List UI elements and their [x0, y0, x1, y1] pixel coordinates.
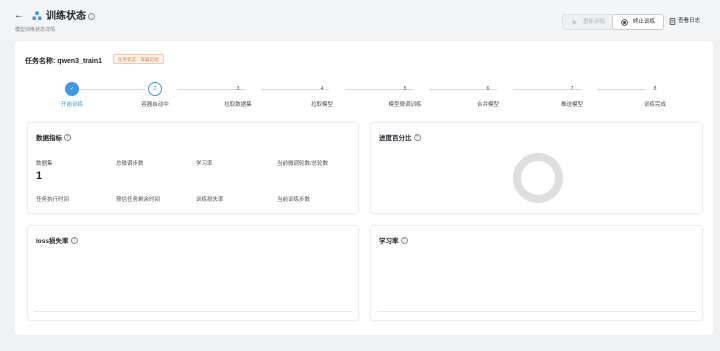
step-3-label: 拉取数据集	[224, 102, 252, 108]
step-5-label: 模型微调训练	[388, 102, 422, 108]
step-connector	[71, 89, 145, 90]
learning-rate-panel: 学习率?	[370, 225, 703, 321]
document-icon	[669, 18, 676, 25]
step-6-circle: 6	[486, 86, 490, 92]
lr-chart-axis	[377, 311, 696, 312]
step-8-label: 训练完成	[643, 102, 666, 108]
play-icon	[572, 19, 577, 26]
page-title-text: 训练状态	[46, 11, 86, 22]
step-2-circle: 2	[148, 82, 162, 96]
info-icon[interactable]: ?	[400, 237, 408, 244]
loss-title-text: loss损失率	[36, 238, 69, 245]
step-1-circle: ✓	[65, 82, 79, 96]
step-8-circle: 8	[653, 86, 657, 92]
step-7-label: 推送模型	[560, 102, 583, 108]
training-status-page: ← 训练状态 i 模型训练状态详情 重新训练 终止训练 查看日志 任务名称: qw…	[0, 0, 720, 351]
step-4-circle: 4	[320, 86, 324, 92]
lr-title: 学习率?	[379, 235, 408, 245]
step-1-label: 开始训练	[60, 102, 83, 108]
info-icon[interactable]: ?	[413, 134, 421, 141]
training-steps: ✓ 开始训练 2 容器启动中 3 拉取数据集 4 拉取模型 5 模型微调训练 6…	[15, 81, 713, 121]
page-header: ← 训练状态 i 模型训练状态详情 重新训练 终止训练 查看日志	[0, 0, 720, 40]
metric-label-current-step: 当前训练步数	[277, 197, 311, 203]
progress-title: 进度百分比?	[379, 132, 421, 142]
info-icon[interactable]: ?	[64, 134, 71, 141]
metric-value-dataset: 1	[36, 170, 43, 182]
page-subtitle: 模型训练状态详情	[15, 27, 56, 33]
data-metrics-panel: 数据指标? 数据集 1 总微调步数 学习率 当前微调轮数/总轮数 任务执行时间 …	[27, 122, 359, 214]
info-icon[interactable]: ?	[70, 237, 78, 244]
step-connector	[597, 89, 645, 90]
step-5-circle: 5	[403, 86, 407, 92]
task-name-label: 任务名称:	[25, 58, 56, 65]
metrics-title: 数据指标?	[36, 132, 71, 142]
progress-percent-panel: 进度百分比?	[370, 122, 703, 214]
task-name-row: 任务名称: qwen3_train1	[25, 56, 102, 66]
metric-label-epochs: 当前微调轮数/总轮数	[277, 161, 329, 167]
step-2-label: 容器启动中	[141, 102, 169, 108]
task-status-badge: 任务状态：容器启动	[113, 54, 164, 64]
tri-dot-logo-icon	[32, 11, 42, 21]
stop-training-button[interactable]: 终止训练	[612, 14, 665, 30]
back-arrow-icon[interactable]: ←	[14, 10, 24, 22]
metrics-title-text: 数据指标	[36, 135, 62, 142]
view-log-label: 查看日志	[678, 18, 701, 24]
metric-label-elapsed-time: 任务执行时间	[36, 197, 70, 203]
metric-label-learning-rate: 学习率	[196, 161, 213, 167]
step-3-circle: 3	[236, 86, 240, 92]
info-icon[interactable]: i	[88, 13, 95, 20]
progress-title-text: 进度百分比	[379, 135, 412, 142]
resume-training-label: 重新训练	[583, 19, 606, 25]
loss-title: loss损失率?	[36, 235, 78, 245]
page-title: 训练状态 i	[46, 10, 95, 23]
step-7-circle: 7	[570, 86, 574, 92]
loss-rate-panel: loss损失率?	[27, 225, 359, 321]
metric-label-total-steps: 总微调步数	[116, 161, 144, 167]
resume-training-button[interactable]: 重新训练	[562, 14, 615, 30]
metric-label-dataset: 数据集	[36, 161, 53, 167]
metric-label-training-loss: 训练损失率	[196, 197, 224, 203]
task-name-value: qwen3_train1	[57, 58, 103, 65]
progress-donut-chart	[513, 153, 563, 203]
stop-training-label: 终止训练	[633, 19, 656, 25]
step-4-label: 拉取模型	[310, 102, 333, 108]
loss-chart-axis	[34, 311, 352, 312]
lr-title-text: 学习率	[379, 238, 399, 245]
step-6-label: 合并模型	[476, 102, 499, 108]
stop-circle-icon	[621, 19, 628, 26]
view-log-button[interactable]: 查看日志	[666, 14, 708, 30]
metric-label-remaining-time: 预估任务剩余时间	[116, 197, 161, 203]
